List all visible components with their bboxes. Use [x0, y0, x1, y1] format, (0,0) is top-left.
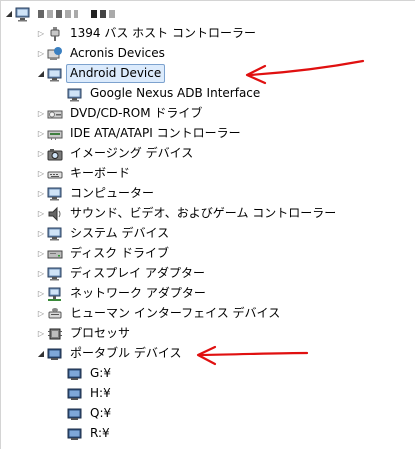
tree-item-label: Acronis Devices — [70, 46, 165, 60]
computer-icon — [15, 7, 30, 21]
system-device-icon — [47, 227, 62, 240]
tree-item-11[interactable]: ▷ ディスク ドライブ — [35, 244, 173, 263]
tree-item-19[interactable]: Q:¥ — [55, 404, 115, 423]
device-manager-tree-pane: ◢ ▷ 1394 バス ホスト コントローラー ▷ Acronis Devices ◢ A… — [0, 0, 415, 449]
tree-item-14[interactable]: ▷ ヒューマン インターフェイス デバイス — [35, 304, 284, 323]
adb-interface-icon — [67, 88, 82, 101]
tree-item-13[interactable]: ▷ ネットワーク アダプター — [35, 284, 210, 303]
firewire-icon — [50, 26, 60, 41]
disk-drive-icon — [47, 250, 63, 258]
android-device-icon — [47, 68, 62, 81]
root-name-redaction — [38, 9, 118, 18]
tree-item-label: イメージング デバイス — [70, 146, 194, 160]
tree-item-label: IDE ATA/ATAPI コントローラー — [70, 126, 241, 140]
keyboard-icon — [47, 171, 63, 178]
acronis-device-icon — [47, 46, 62, 60]
annotation-arrow-android — [245, 59, 365, 85]
expand-toggle-icon[interactable]: ▷ — [35, 24, 47, 43]
expand-toggle-icon[interactable]: ▷ — [35, 44, 47, 63]
dvd-drive-icon — [47, 110, 63, 118]
tree-item-label: ヒューマン インターフェイス デバイス — [70, 306, 281, 320]
expand-toggle-icon[interactable]: ▷ — [35, 124, 47, 143]
expand-toggle-icon[interactable]: ▷ — [35, 224, 47, 243]
processor-icon — [48, 328, 62, 339]
tree-item-label: コンピューター — [70, 186, 155, 200]
tree-item-3[interactable]: Google Nexus ADB Interface — [55, 84, 264, 103]
computer-monitor-icon — [47, 187, 62, 200]
tree-item-16[interactable]: ◢ ポータブル デバイス — [35, 344, 185, 363]
display-adapter-icon — [47, 267, 62, 280]
speaker-icon — [48, 206, 61, 221]
tree-item-6[interactable]: ▷ イメージング デバイス — [35, 144, 197, 163]
tree-item-18[interactable]: H:¥ — [55, 384, 115, 403]
portable-device-icon — [67, 368, 82, 380]
tree-item-10[interactable]: ▷ システム デバイス — [35, 224, 173, 243]
annotation-arrow-portable — [196, 345, 309, 366]
tree-item-label: ディスク ドライブ — [70, 246, 169, 260]
portable-device-icon — [67, 428, 82, 440]
tree-item-9[interactable]: ▷ サウンド、ビデオ、およびゲーム コントローラー — [35, 204, 340, 223]
tree-item-1[interactable]: ▷ Acronis Devices — [35, 44, 169, 63]
tree-item-4[interactable]: ▷ DVD/CD-ROM ドライブ — [35, 104, 206, 123]
tree-item-15[interactable]: ▷ プロセッサ — [35, 324, 134, 343]
tree-item-0[interactable]: ▷ 1394 バス ホスト コントローラー — [35, 24, 260, 43]
tree-item-label: ネットワーク アダプター — [70, 286, 206, 300]
expand-toggle-icon[interactable]: ◢ — [3, 4, 15, 23]
tree-root[interactable]: ◢ — [3, 4, 118, 23]
portable-device-icon — [47, 348, 62, 360]
collapse-toggle-icon[interactable]: ◢ — [35, 64, 47, 83]
tree-item-label: Google Nexus ADB Interface — [90, 86, 261, 100]
ide-controller-icon — [47, 130, 63, 140]
tree-item-5[interactable]: ▷ IDE ATA/ATAPI コントローラー — [35, 124, 245, 143]
expand-toggle-icon[interactable]: ▷ — [35, 284, 47, 303]
expand-toggle-icon[interactable]: ▷ — [35, 264, 47, 283]
tree-item-2[interactable]: ◢ Android Device — [35, 64, 166, 83]
tree-item-7[interactable]: ▷ キーボード — [35, 164, 134, 183]
tree-item-17[interactable]: G:¥ — [55, 364, 115, 383]
portable-device-icon — [67, 408, 82, 420]
network-adapter-icon — [48, 287, 61, 301]
tree-item-8[interactable]: ▷ コンピューター — [35, 184, 158, 203]
tree-item-20[interactable]: R:¥ — [55, 424, 114, 443]
tree-item-label: H:¥ — [90, 386, 111, 400]
tree-item-12[interactable]: ▷ ディスプレイ アダプター — [35, 264, 209, 283]
tree-item-label: 1394 バス ホスト コントローラー — [70, 26, 256, 40]
expand-toggle-icon[interactable]: ▷ — [35, 104, 47, 123]
tree-item-label: Q:¥ — [90, 406, 112, 420]
expand-toggle-icon[interactable]: ▷ — [35, 144, 47, 163]
camera-icon — [47, 148, 63, 160]
tree-item-label: プロセッサ — [70, 326, 131, 340]
expand-toggle-icon[interactable]: ▷ — [35, 184, 47, 203]
tree-item-label: Android Device — [66, 64, 166, 83]
collapse-toggle-icon[interactable]: ◢ — [35, 344, 47, 363]
expand-toggle-icon[interactable]: ▷ — [35, 304, 47, 323]
expand-toggle-icon[interactable]: ▷ — [35, 204, 47, 223]
tree-item-label: システム デバイス — [70, 226, 170, 240]
tree-item-label: ポータブル デバイス — [70, 346, 182, 360]
tree-item-label: キーボード — [70, 166, 131, 180]
tree-item-label: DVD/CD-ROM ドライブ — [70, 106, 203, 120]
expand-toggle-icon[interactable]: ▷ — [35, 324, 47, 343]
tree-item-label: G:¥ — [90, 366, 111, 380]
portable-device-icon — [67, 388, 82, 400]
expand-toggle-icon[interactable]: ▷ — [35, 164, 47, 183]
tree-item-label: サウンド、ビデオ、およびゲーム コントローラー — [70, 206, 337, 220]
hid-icon — [48, 307, 62, 318]
expand-toggle-icon[interactable]: ▷ — [35, 244, 47, 263]
tree-item-label: R:¥ — [90, 426, 110, 440]
tree-item-label: ディスプレイ アダプター — [70, 266, 205, 280]
